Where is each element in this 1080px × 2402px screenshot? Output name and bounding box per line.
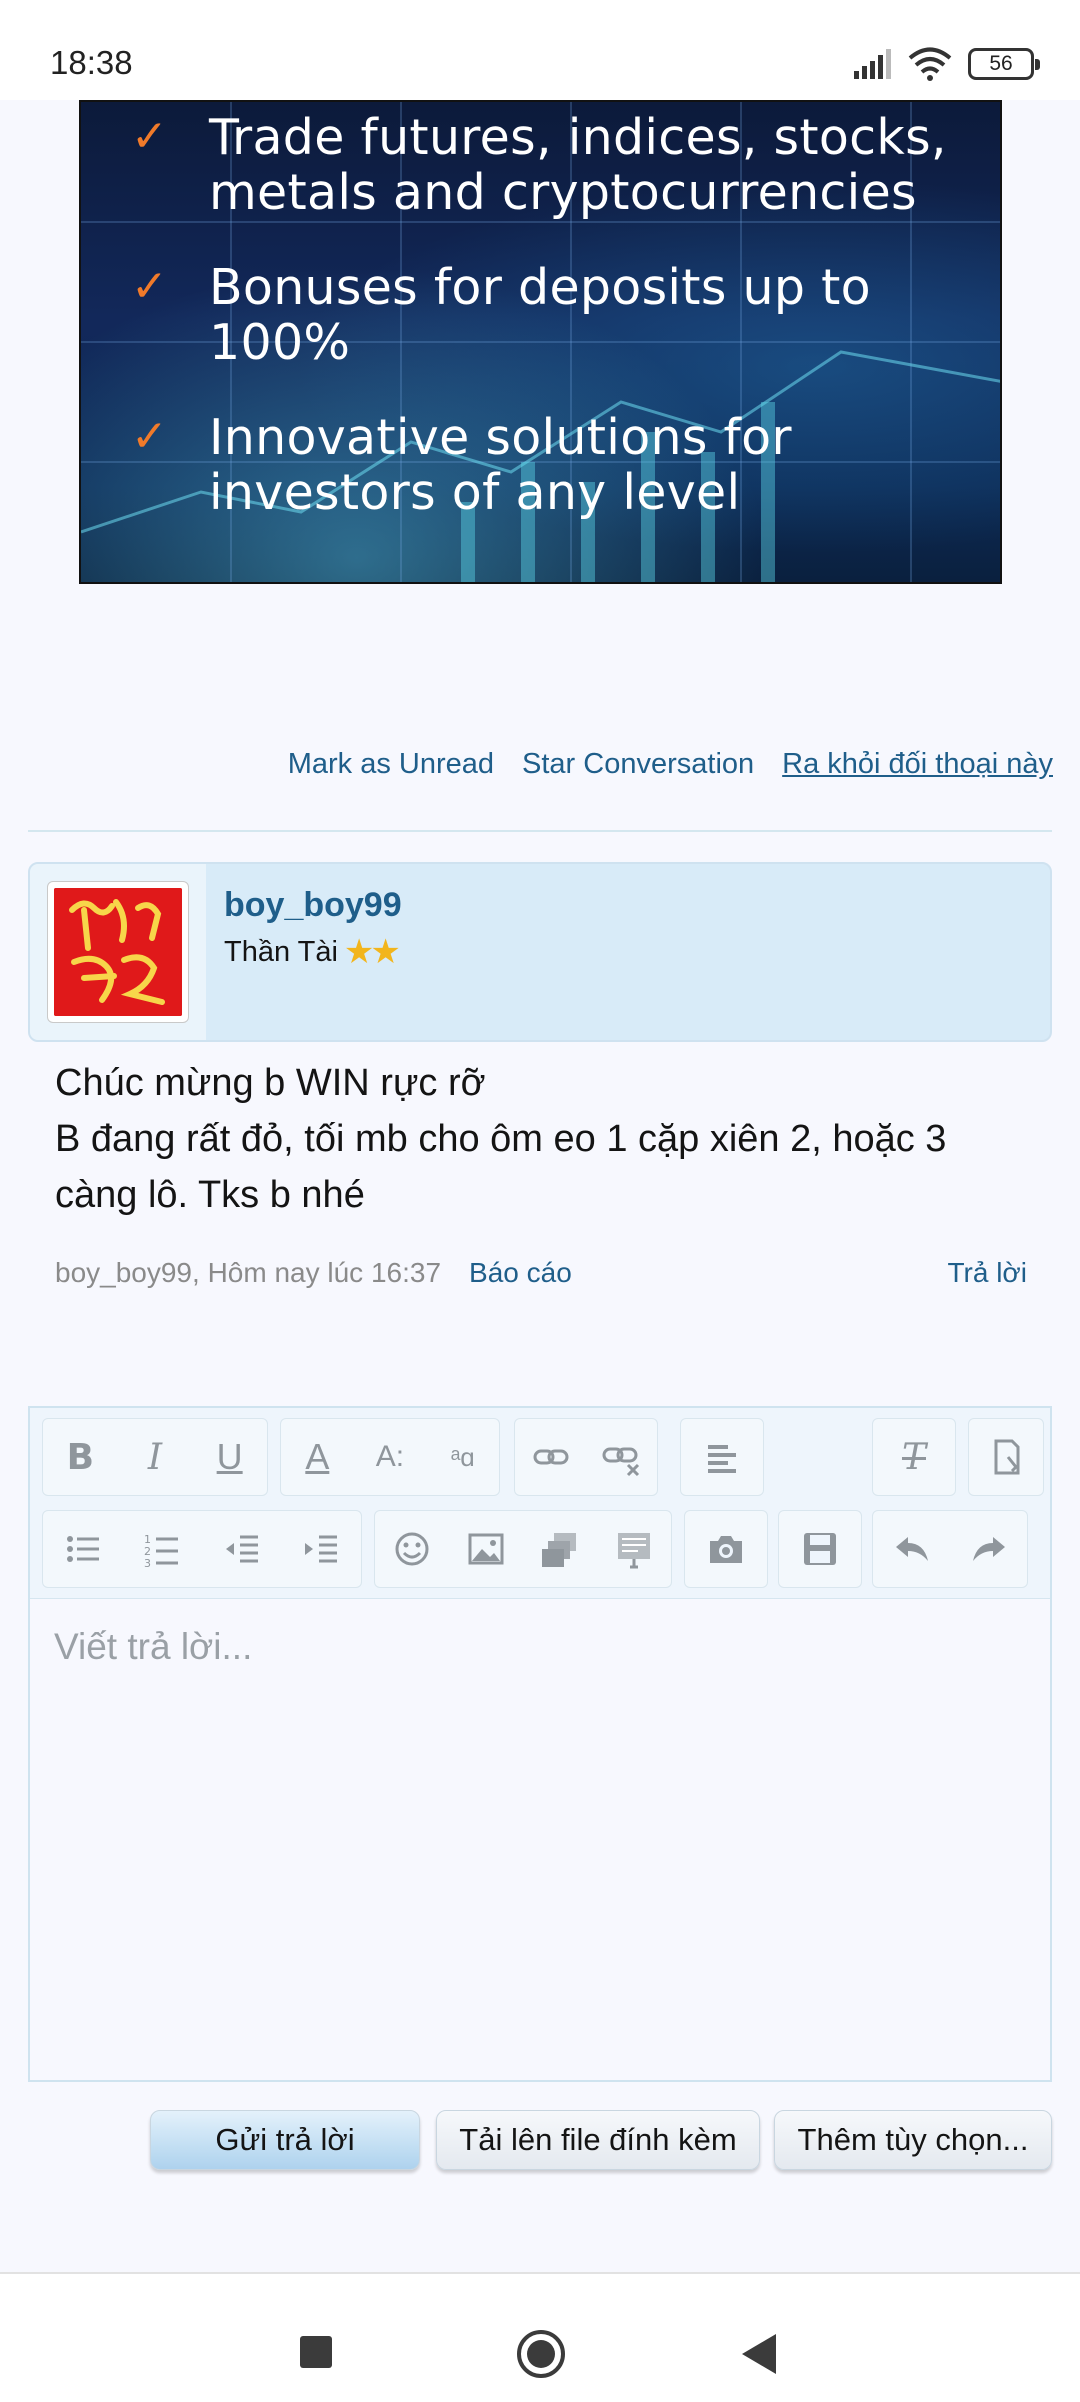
remove-format-icon[interactable]: T [884, 1422, 944, 1492]
link-icon[interactable] [521, 1422, 581, 1492]
battery-indicator: 56 [968, 48, 1040, 80]
indent-icon[interactable] [291, 1514, 351, 1584]
divider [28, 830, 1052, 832]
recents-icon[interactable] [300, 2336, 332, 2368]
more-options-button[interactable]: Thêm tùy chọn... [774, 2110, 1052, 2170]
media-icon[interactable] [530, 1514, 590, 1584]
toolbar-group-clear: T [872, 1418, 956, 1496]
font-size-icon[interactable]: A: [360, 1422, 420, 1492]
redo-icon[interactable] [959, 1514, 1019, 1584]
check-icon: ✓ [131, 412, 168, 461]
submit-reply-button[interactable]: Gửi trả lời [150, 2110, 420, 2170]
toolbar-group-history [872, 1510, 1028, 1588]
numbered-list-icon[interactable]: 123 [132, 1514, 192, 1584]
message-author-date: boy_boy99, Hôm nay lúc 16:37 [55, 1257, 442, 1288]
underline-icon[interactable]: U [200, 1422, 260, 1492]
reply-editor: B I U A A: ᵃɑ T 1 2 3 Viết trả lời... [28, 1406, 1052, 2082]
svg-text:3: 3 [144, 1557, 151, 1569]
wifi-icon [908, 47, 952, 81]
align-icon[interactable] [692, 1422, 752, 1492]
bullet-list-icon[interactable] [53, 1514, 113, 1584]
home-icon[interactable] [517, 2330, 565, 2378]
avatar[interactable] [47, 881, 189, 1023]
check-icon: ✓ [131, 262, 168, 311]
ad-banner[interactable]: ✓ Trade futures, indices, stocks, metals… [79, 100, 1002, 584]
leave-conversation-link[interactable]: Ra khỏi đối thoại này [782, 748, 1053, 781]
status-time: 18:38 [50, 44, 133, 81]
conversation-actions: Mark as Unread Star Conversation Ra khỏi… [288, 748, 1053, 781]
message-line: B đang rất đỏ, tối mb cho ôm eo 1 cặp xi… [55, 1118, 947, 1216]
undo-icon[interactable] [882, 1514, 942, 1584]
bbcode-toggle-icon[interactable] [976, 1422, 1036, 1492]
status-icons: 56 [852, 44, 1040, 84]
toolbar-group-bbcode [968, 1418, 1044, 1496]
avatar-image [54, 888, 182, 1016]
rank-stars-icon: ★★ [343, 933, 401, 971]
toolbar-group-lists: 123 [42, 1510, 362, 1588]
save-draft-icon[interactable] [790, 1514, 850, 1584]
check-icon: ✓ [131, 112, 168, 161]
editor-toolbar: B I U A A: ᵃɑ T 1 2 3 [30, 1408, 1050, 1599]
username-link[interactable]: boy_boy99 [224, 886, 402, 925]
user-title: Thần Tài ★★ [224, 932, 401, 972]
user-title-text: Thần Tài [224, 935, 338, 968]
status-bar: 18:38 56 [0, 0, 1080, 100]
report-link[interactable]: Báo cáo [469, 1257, 572, 1289]
upload-attachment-button[interactable]: Tải lên file đính kèm [436, 2110, 760, 2170]
insert-template-icon[interactable] [604, 1514, 664, 1584]
toolbar-group-basic: B I U [42, 1418, 268, 1496]
reply-link[interactable]: Trả lời [947, 1257, 1027, 1289]
toolbar-group-align [680, 1418, 764, 1496]
image-icon[interactable] [456, 1514, 516, 1584]
message-line: Chúc mừng b WIN rực rỡ [55, 1062, 486, 1104]
ad-item-text: Innovative solutions for investors of an… [209, 409, 792, 521]
signal-icon [854, 49, 891, 79]
ad-item-text: Trade futures, indices, stocks, metals a… [209, 109, 947, 221]
toolbar-group-link [514, 1418, 658, 1496]
star-conversation-link[interactable]: Star Conversation [522, 748, 754, 781]
ad-item: ✓ Bonuses for deposits up to 100% [131, 260, 909, 370]
toolbar-group-camera [684, 1510, 768, 1588]
ad-item-text: Bonuses for deposits up to 100% [209, 259, 871, 371]
mark-unread-link[interactable]: Mark as Unread [288, 748, 494, 781]
ad-item: ✓ Innovative solutions for investors of … [131, 410, 849, 520]
font-color-icon[interactable]: A [287, 1422, 347, 1492]
message-meta: boy_boy99, Hôm nay lúc 16:37 Báo cáo [55, 1257, 572, 1289]
toolbar-group-font: A A: ᵃɑ [280, 1418, 500, 1496]
reply-textarea[interactable]: Viết trả lời... [54, 1626, 252, 1668]
smilie-icon[interactable] [382, 1514, 442, 1584]
toolbar-group-insert [374, 1510, 672, 1588]
outdent-icon[interactable] [212, 1514, 272, 1584]
bold-icon[interactable]: B [50, 1422, 110, 1492]
font-family-icon[interactable]: ᵃɑ [433, 1422, 493, 1492]
toolbar-group-draft [778, 1510, 862, 1588]
unlink-icon[interactable] [592, 1422, 652, 1492]
back-icon[interactable] [742, 2334, 776, 2374]
system-nav-bar [0, 2272, 1080, 2402]
message-user-card: boy_boy99 Thần Tài ★★ [28, 862, 1052, 1042]
italic-icon[interactable]: I [125, 1422, 185, 1492]
camera-icon[interactable] [696, 1514, 756, 1584]
ad-item: ✓ Trade futures, indices, stocks, metals… [131, 110, 969, 220]
message-body: Chúc mừng b WIN rực rỡ B đang rất đỏ, tố… [55, 1055, 1015, 1223]
